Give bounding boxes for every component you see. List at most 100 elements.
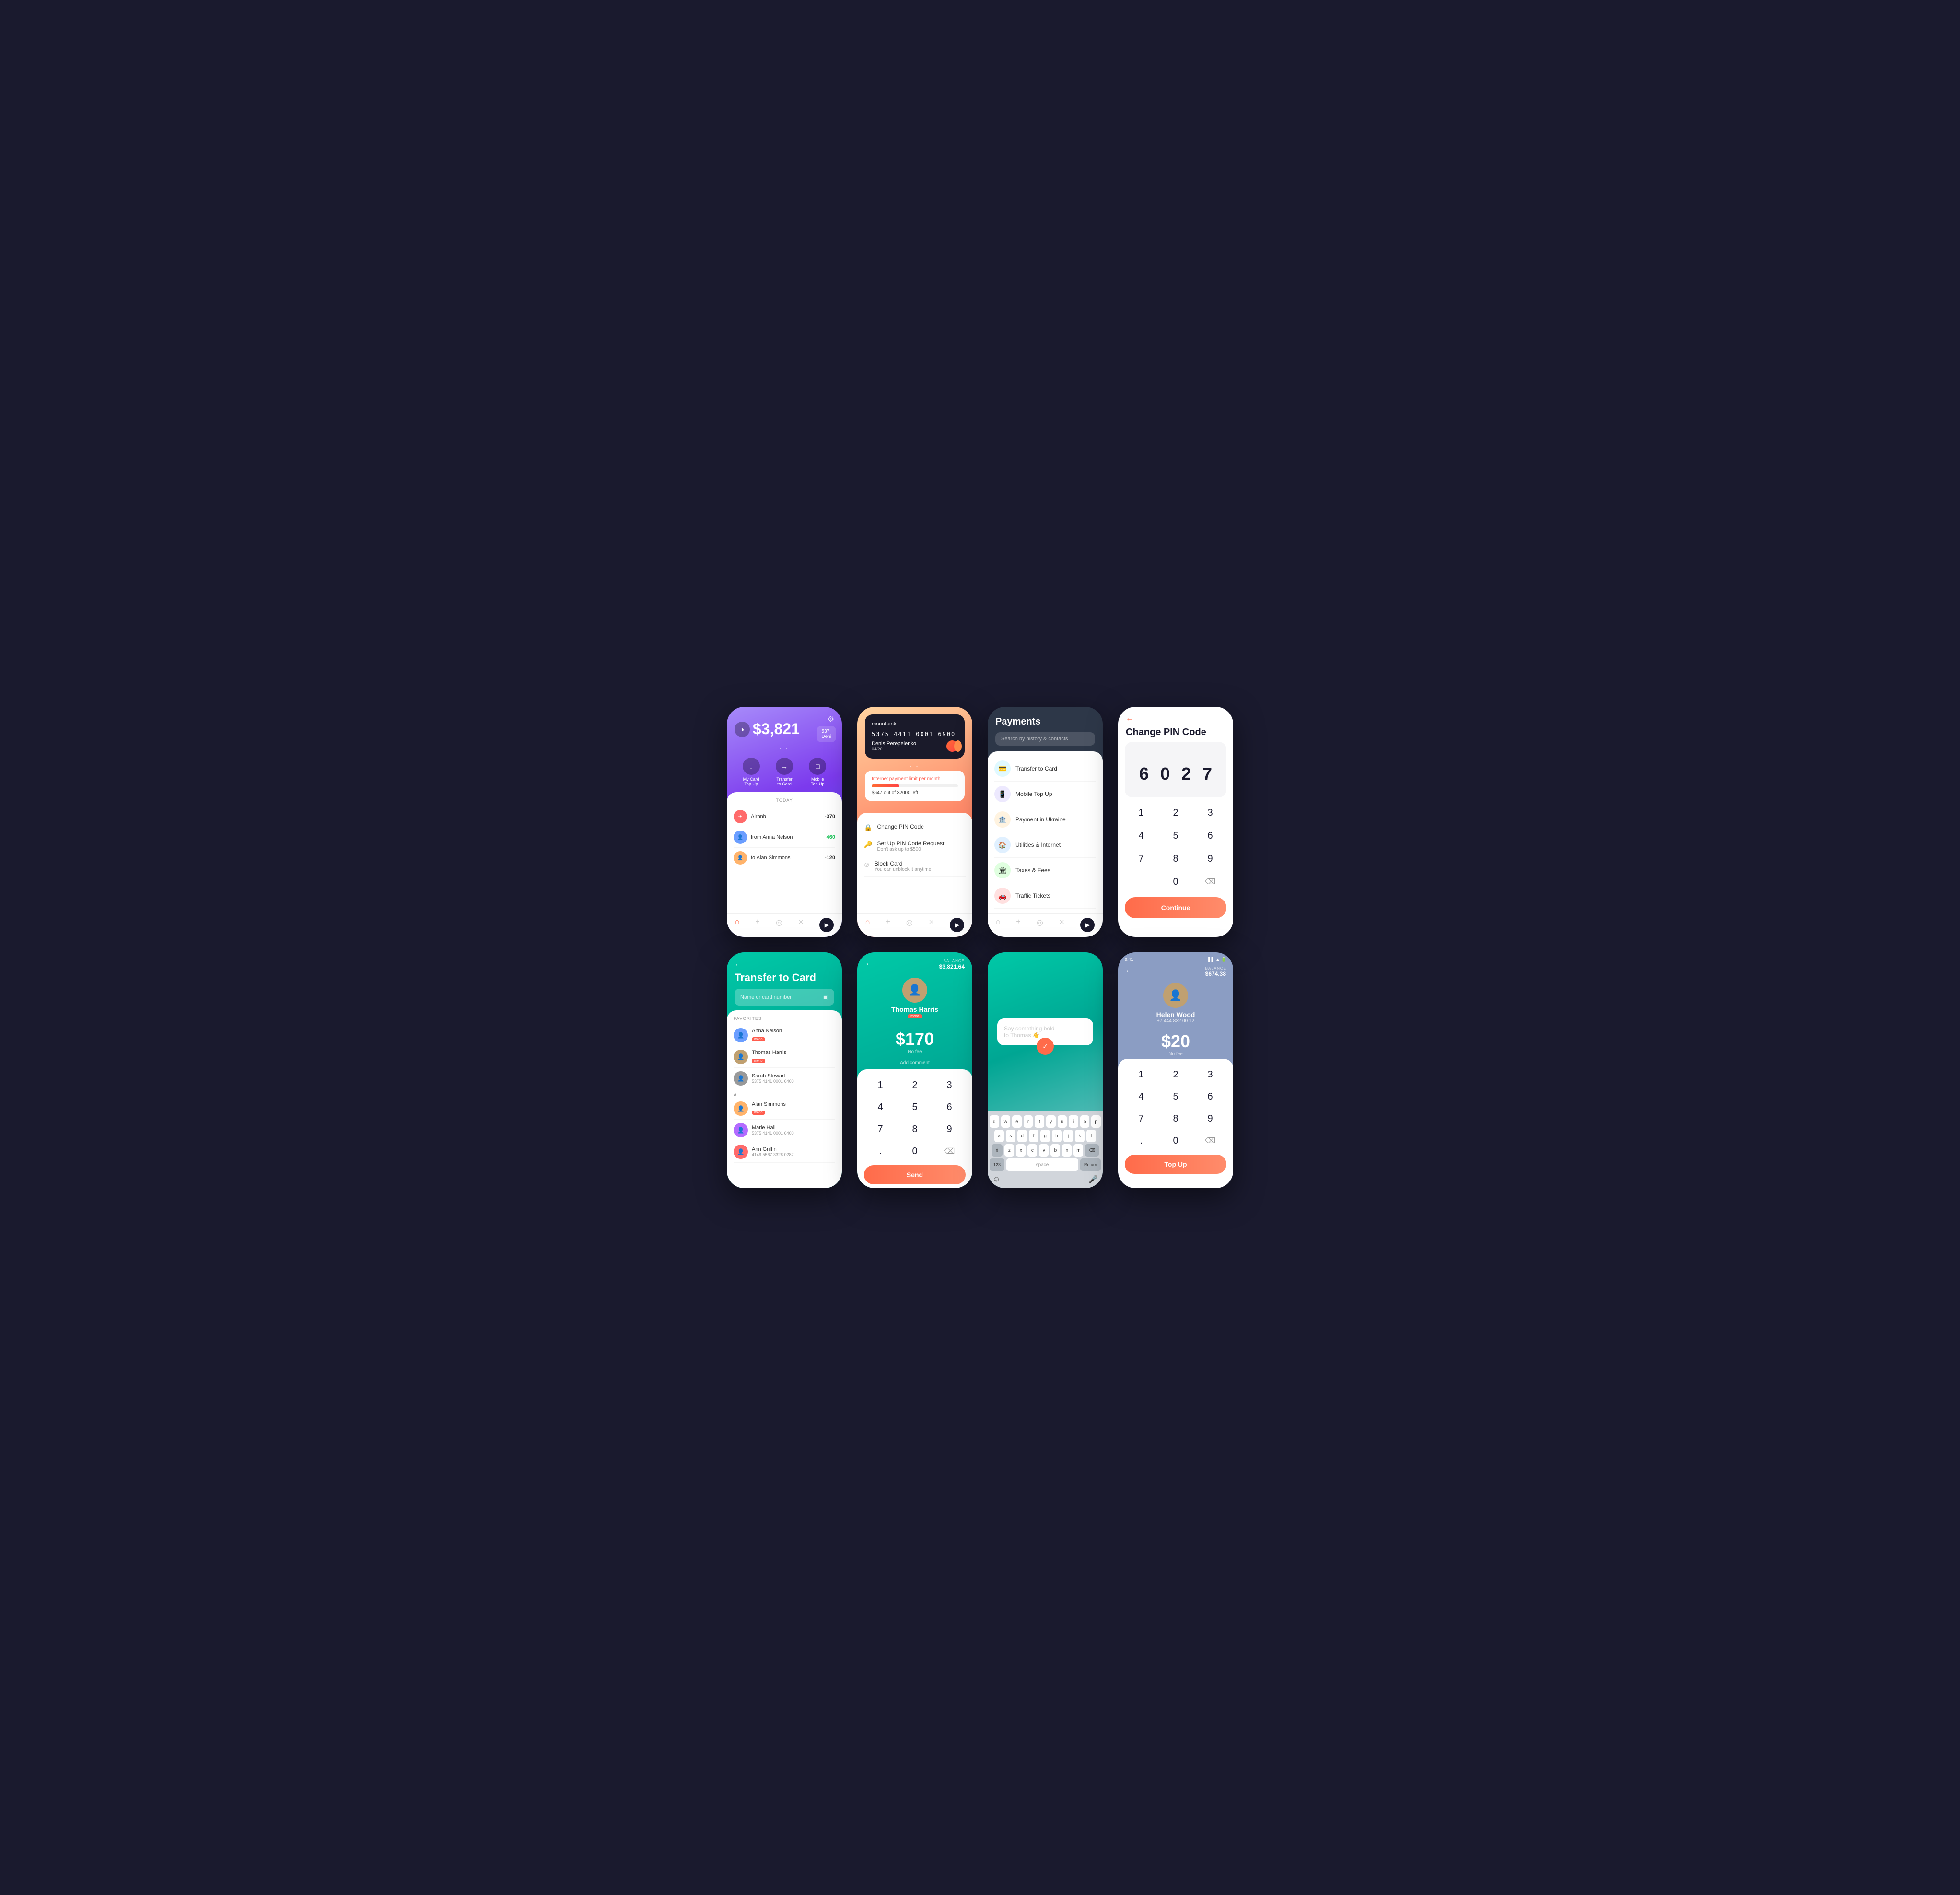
- send-button[interactable]: Send: [864, 1165, 966, 1184]
- search-bar[interactable]: Search by history & contacts: [995, 732, 1095, 746]
- shift-key[interactable]: ⇧: [992, 1144, 1003, 1157]
- numpad-1[interactable]: 1: [1125, 802, 1157, 823]
- list-item[interactable]: 👤 Ann Griffin 4149 5567 3328 0287: [734, 1141, 835, 1163]
- transfer-card-item[interactable]: 💳 Transfer to Card: [994, 756, 1096, 782]
- numpad-9[interactable]: 9: [1194, 848, 1226, 869]
- transfer-action[interactable]: → Transferto Card: [776, 758, 793, 786]
- delete-key[interactable]: ⌫: [1085, 1144, 1099, 1157]
- key-a[interactable]: a: [994, 1130, 1004, 1142]
- key-c[interactable]: c: [1027, 1144, 1037, 1157]
- utilities-item[interactable]: 🏠 Utilities & Internet: [994, 832, 1096, 858]
- key-m[interactable]: m: [1073, 1144, 1083, 1157]
- numpad-9[interactable]: 9: [1194, 1109, 1226, 1129]
- payment-ukraine-item[interactable]: 🏦 Payment in Ukraine: [994, 807, 1096, 832]
- key-p[interactable]: p: [1091, 1115, 1101, 1128]
- back-arrow-icon[interactable]: ←: [735, 960, 834, 969]
- gear-icon[interactable]: ⚙: [828, 714, 834, 724]
- numpad-7[interactable]: 7: [1125, 848, 1157, 869]
- profile-nav-icon[interactable]: ▶: [950, 918, 964, 932]
- numpad-9[interactable]: 9: [933, 1119, 966, 1139]
- numpad-5[interactable]: 5: [1159, 825, 1192, 846]
- key-x[interactable]: x: [1016, 1144, 1026, 1157]
- list-item[interactable]: 👤 Marie Hall 5375 4141 0001 6400: [734, 1120, 835, 1141]
- key-y[interactable]: y: [1046, 1115, 1056, 1128]
- numpad-5[interactable]: 5: [1159, 1087, 1192, 1107]
- scan-icon[interactable]: ▣: [822, 993, 828, 1001]
- plus-nav-icon[interactable]: +: [755, 918, 759, 932]
- numpad-7[interactable]: 7: [1125, 1109, 1157, 1129]
- key-v[interactable]: v: [1039, 1144, 1049, 1157]
- key-s[interactable]: s: [1006, 1130, 1015, 1142]
- plus-nav-icon[interactable]: +: [886, 918, 890, 932]
- numpad-3[interactable]: 3: [1194, 802, 1226, 823]
- numpad-0[interactable]: 0: [1159, 1131, 1192, 1151]
- key-h[interactable]: h: [1052, 1130, 1062, 1142]
- key-j[interactable]: j: [1063, 1130, 1073, 1142]
- numpad-delete[interactable]: ⌫: [1194, 1131, 1226, 1151]
- card-input[interactable]: Name or card number ▣: [735, 989, 834, 1006]
- numpad-8[interactable]: 8: [898, 1119, 931, 1139]
- numpad-3[interactable]: 3: [933, 1075, 966, 1095]
- key-f[interactable]: f: [1029, 1130, 1038, 1142]
- key-k[interactable]: k: [1075, 1130, 1085, 1142]
- key-n[interactable]: n: [1062, 1144, 1072, 1157]
- gift-nav-icon[interactable]: ⧖: [798, 918, 804, 932]
- numpad-5[interactable]: 5: [898, 1097, 931, 1117]
- num-key[interactable]: 123: [990, 1158, 1004, 1171]
- home-nav-icon[interactable]: ⌂: [735, 918, 740, 932]
- numpad-6[interactable]: 6: [1194, 1087, 1226, 1107]
- key-l[interactable]: l: [1086, 1130, 1096, 1142]
- send-round-button[interactable]: ✓: [1037, 1038, 1054, 1055]
- key-g[interactable]: g: [1040, 1130, 1050, 1142]
- back-arrow-icon[interactable]: ←: [1126, 714, 1225, 723]
- numpad-delete[interactable]: ⌫: [933, 1141, 966, 1161]
- numpad-6[interactable]: 6: [933, 1097, 966, 1117]
- numpad-2[interactable]: 2: [1159, 1064, 1192, 1085]
- taxes-item[interactable]: 🏛 Taxes & Fees: [994, 858, 1096, 883]
- list-item[interactable]: 👤 Sarah Stewart 5375 4141 0001 6400: [734, 1068, 835, 1089]
- gift-nav-icon[interactable]: ⧖: [929, 918, 934, 932]
- home-nav-icon[interactable]: ⌂: [996, 918, 1001, 932]
- numpad-4[interactable]: 4: [864, 1097, 897, 1117]
- numpad-8[interactable]: 8: [1159, 848, 1192, 869]
- profile-nav-icon[interactable]: ▶: [819, 918, 834, 932]
- numpad-7[interactable]: 7: [864, 1119, 897, 1139]
- continue-button[interactable]: Continue: [1125, 897, 1226, 918]
- plus-nav-icon[interactable]: +: [1016, 918, 1020, 932]
- back-arrow-icon[interactable]: ←: [865, 959, 873, 968]
- mobile-topup-item[interactable]: 📱 Mobile Top Up: [994, 782, 1096, 807]
- numpad-1[interactable]: 1: [1125, 1064, 1157, 1085]
- numpad-4[interactable]: 4: [1125, 825, 1157, 846]
- numpad-6[interactable]: 6: [1194, 825, 1226, 846]
- key-q[interactable]: q: [990, 1115, 999, 1128]
- key-d[interactable]: d: [1017, 1130, 1027, 1142]
- space-key[interactable]: space: [1006, 1158, 1078, 1171]
- key-b[interactable]: b: [1050, 1144, 1060, 1157]
- numpad-dot[interactable]: .: [1125, 1131, 1157, 1151]
- list-item[interactable]: 👤 Alan Simmons mono: [734, 1098, 835, 1120]
- key-i[interactable]: i: [1069, 1115, 1078, 1128]
- gift-nav-icon[interactable]: ⧖: [1059, 918, 1064, 932]
- key-o[interactable]: o: [1080, 1115, 1090, 1128]
- key-r[interactable]: r: [1024, 1115, 1033, 1128]
- list-item[interactable]: 👤 Anna Nelson mono: [734, 1025, 835, 1046]
- numpad-2[interactable]: 2: [898, 1075, 931, 1095]
- emoji-icon[interactable]: ☺: [992, 1175, 1000, 1184]
- numpad-3[interactable]: 3: [1194, 1064, 1226, 1085]
- numpad-8[interactable]: 8: [1159, 1109, 1192, 1129]
- change-pin-item[interactable]: 🔒 Change PIN Code: [864, 819, 966, 836]
- topup-button[interactable]: Top Up: [1125, 1155, 1226, 1174]
- mycardtopup-action[interactable]: ↓ My CardTop Up: [743, 758, 760, 786]
- profile-nav-icon[interactable]: ▶: [1080, 918, 1095, 932]
- home-nav-icon[interactable]: ⌂: [865, 918, 870, 932]
- traffic-item[interactable]: 🚗 Traffic Tickets: [994, 883, 1096, 909]
- numpad-2[interactable]: 2: [1159, 802, 1192, 823]
- add-comment-label[interactable]: Add comment: [857, 1056, 972, 1069]
- return-key[interactable]: Return: [1080, 1158, 1101, 1171]
- numpad-0[interactable]: 0: [898, 1141, 931, 1161]
- camera-nav-icon[interactable]: ◎: [906, 918, 913, 932]
- numpad-0[interactable]: 0: [1159, 871, 1192, 892]
- numpad-4[interactable]: 4: [1125, 1087, 1157, 1107]
- key-z[interactable]: z: [1004, 1144, 1014, 1157]
- mobile-topup-action[interactable]: □ MobileTop Up: [809, 758, 826, 786]
